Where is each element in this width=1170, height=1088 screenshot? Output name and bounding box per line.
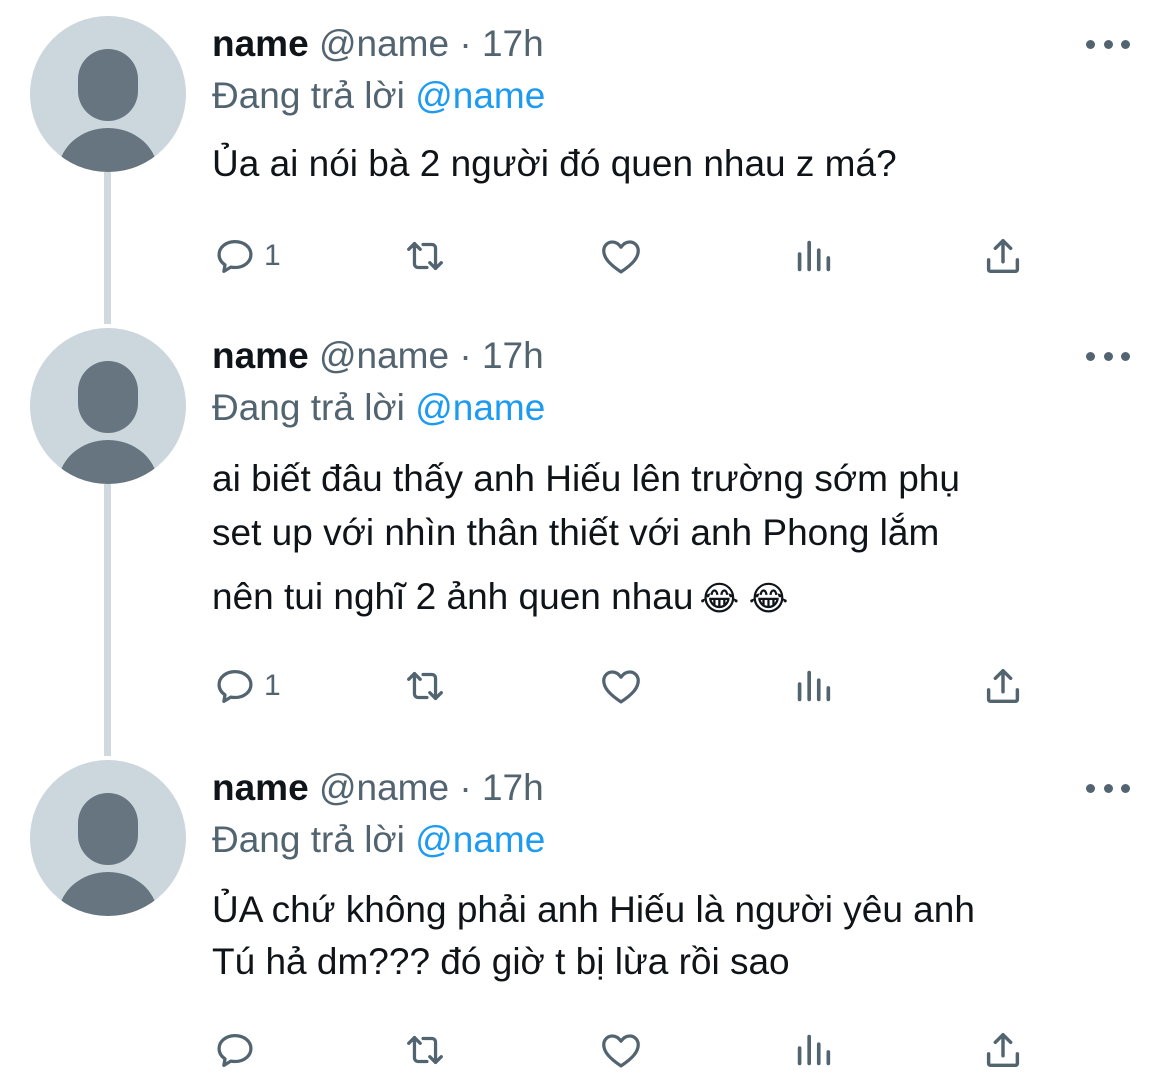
- action-bar: [212, 1026, 1062, 1074]
- tweet[interactable]: name @name · 17h Đang trả lời @name ỦA c…: [0, 744, 1170, 1088]
- tweet-text-line: set up với nhìn thân thiết với anh Phong…: [212, 512, 940, 553]
- more-dots-icon[interactable]: [1086, 350, 1130, 362]
- reply-icon: [217, 1033, 253, 1067]
- action-bar: 1: [212, 232, 1062, 280]
- tweet-text-line: ỦA chứ không phải anh Hiếu là người yêu …: [212, 889, 975, 930]
- avatar-head-shape: [78, 49, 138, 121]
- reply-icon: [217, 669, 253, 703]
- share-button[interactable]: [980, 662, 1026, 710]
- tweet-header: name @name · 17h: [212, 766, 544, 810]
- tweet-text-line: Tú hả dm??? đó giờ t bị lừa rồi sao: [212, 941, 790, 982]
- retweet-icon: [407, 241, 443, 271]
- reply-count: 1: [264, 239, 281, 272]
- share-icon: [986, 1032, 1020, 1068]
- tweet-text: ai biết đâu thấy anh Hiếu lên trường sớm…: [212, 452, 1132, 626]
- like-button[interactable]: [598, 232, 644, 280]
- separator-dot: ·: [459, 335, 472, 376]
- share-icon: [986, 668, 1020, 704]
- replying-to-label: Đang trả lời: [212, 387, 405, 428]
- replying-to: Đang trả lời @name: [212, 818, 545, 862]
- analytics-button[interactable]: [790, 662, 836, 710]
- mention-link[interactable]: @name: [415, 819, 545, 860]
- timestamp[interactable]: 17h: [482, 23, 544, 64]
- replying-to-label: Đang trả lời: [212, 75, 405, 116]
- reply-icon: [217, 239, 253, 273]
- tweet-text-line: ai biết đâu thấy anh Hiếu lên trường sớm…: [212, 458, 960, 499]
- share-button[interactable]: [980, 1026, 1026, 1074]
- user-handle[interactable]: @name: [319, 767, 449, 808]
- heart-icon: [602, 1034, 640, 1068]
- avatar-head-shape: [78, 361, 138, 433]
- display-name[interactable]: name: [212, 335, 309, 376]
- timestamp[interactable]: 17h: [482, 335, 544, 376]
- replying-to: Đang trả lời @name: [212, 74, 545, 118]
- tweet-text-line: Ủa ai nói bà 2 người đó quen nhau z má?: [212, 143, 897, 184]
- heart-icon: [602, 240, 640, 274]
- avatar[interactable]: [30, 16, 186, 172]
- replying-to: Đang trả lời @name: [212, 386, 545, 430]
- reply-button[interactable]: 1: [212, 232, 281, 280]
- retweet-button[interactable]: [402, 1026, 448, 1074]
- mention-link[interactable]: @name: [415, 387, 545, 428]
- like-button[interactable]: [598, 662, 644, 710]
- avatar-body-shape: [58, 440, 158, 484]
- user-handle[interactable]: @name: [319, 23, 449, 64]
- analytics-button[interactable]: [790, 1026, 836, 1074]
- more-dots-icon[interactable]: [1086, 782, 1130, 794]
- analytics-icon: [797, 1034, 831, 1066]
- share-icon: [986, 238, 1020, 274]
- avatar-head-shape: [78, 793, 138, 865]
- user-handle[interactable]: @name: [319, 335, 449, 376]
- analytics-button[interactable]: [790, 232, 836, 280]
- tweet-text-line: nên tui nghĩ 2 ảnh quen nhau 😂 😂: [212, 570, 1132, 626]
- timestamp[interactable]: 17h: [482, 767, 544, 808]
- tweet-header: name @name · 17h: [212, 22, 544, 66]
- laughing-emoji: 😂 😂: [699, 580, 789, 619]
- retweet-icon: [407, 671, 443, 701]
- more-dots-icon[interactable]: [1086, 38, 1130, 50]
- replying-to-label: Đang trả lời: [212, 819, 405, 860]
- analytics-icon: [797, 670, 831, 702]
- avatar[interactable]: [30, 328, 186, 484]
- display-name[interactable]: name: [212, 23, 309, 64]
- separator-dot: ·: [459, 767, 472, 808]
- tweet[interactable]: name @name · 17h Đang trả lời @name Ủa a…: [0, 0, 1170, 300]
- reply-button[interactable]: 1: [212, 662, 281, 710]
- heart-icon: [602, 670, 640, 704]
- display-name[interactable]: name: [212, 767, 309, 808]
- analytics-icon: [797, 240, 831, 272]
- retweet-button[interactable]: [402, 232, 448, 280]
- retweet-icon: [407, 1035, 443, 1065]
- reply-button[interactable]: [212, 1026, 264, 1074]
- share-button[interactable]: [980, 232, 1026, 280]
- avatar-body-shape: [58, 128, 158, 172]
- tweet-text: Ủa ai nói bà 2 người đó quen nhau z má?: [212, 138, 1132, 190]
- retweet-button[interactable]: [402, 662, 448, 710]
- tweet-text-line-content: nên tui nghĩ 2 ảnh quen nhau: [212, 576, 694, 617]
- tweet-text: ỦA chứ không phải anh Hiếu là người yêu …: [212, 884, 1132, 988]
- mention-link[interactable]: @name: [415, 75, 545, 116]
- avatar-body-shape: [58, 872, 158, 916]
- tweet-header: name @name · 17h: [212, 334, 544, 378]
- like-button[interactable]: [598, 1026, 644, 1074]
- reply-count: 1: [264, 669, 281, 702]
- separator-dot: ·: [459, 23, 472, 64]
- action-bar: 1: [212, 662, 1062, 710]
- avatar[interactable]: [30, 760, 186, 916]
- tweet[interactable]: name @name · 17h Đang trả lời @name ai b…: [0, 312, 1170, 732]
